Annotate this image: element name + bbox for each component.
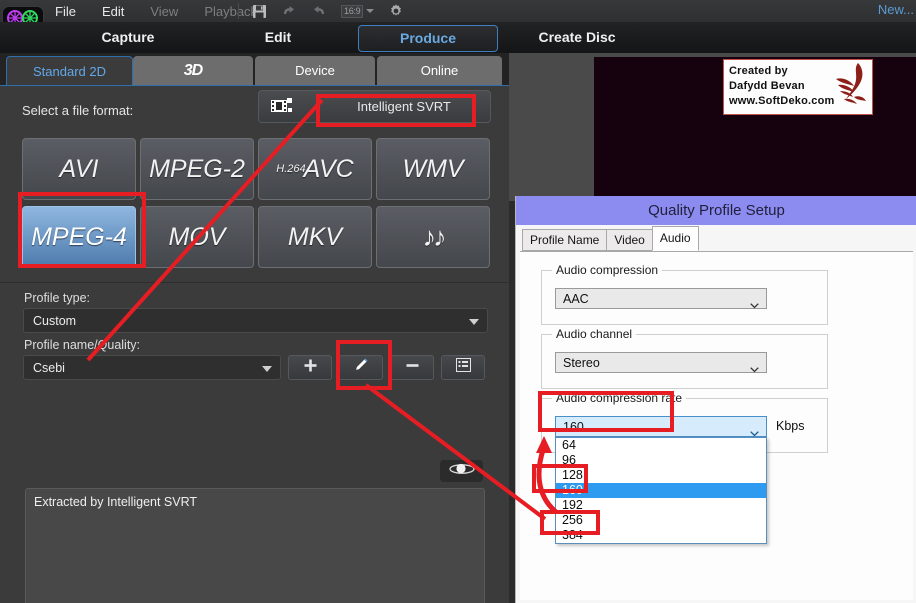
produce-tabstrip: Standard 2D 3D Device Online: [0, 53, 509, 87]
profile-type-label: Profile type:: [24, 291, 91, 305]
tab-3d[interactable]: 3D: [133, 56, 253, 86]
chevron-down-icon: [750, 360, 759, 373]
settings-gear-icon[interactable]: [388, 3, 404, 19]
watermark-line-2: Dafydd Bevan: [729, 80, 805, 92]
film-strip-icon: [271, 98, 293, 119]
audio-channel-combo[interactable]: Stereo: [555, 352, 767, 373]
watermark-line-1: Created by: [729, 65, 788, 77]
format-wmv[interactable]: WMV: [376, 138, 490, 200]
list-icon: [455, 358, 471, 377]
profile-name-label: Profile name/Quality:: [24, 338, 141, 352]
tab-video[interactable]: Video: [606, 229, 653, 251]
tab-device[interactable]: Device: [255, 56, 375, 86]
format-avi[interactable]: AVI: [22, 138, 136, 200]
title-bar: File Edit View Playback 16:9 New...: [0, 0, 916, 23]
nav-produce[interactable]: Produce: [358, 25, 498, 52]
delete-profile-button[interactable]: [390, 355, 434, 380]
chevron-down-icon: [469, 319, 479, 325]
preview-toggle-button[interactable]: [440, 460, 483, 482]
format-mpeg-2[interactable]: MPEG-2: [140, 138, 254, 200]
profile-details-button[interactable]: [441, 355, 485, 380]
audio-channel-label: Audio channel: [552, 327, 637, 341]
watermark-overlay: Created by Dafydd Bevan www.SoftDeko.com: [723, 59, 873, 115]
watermark-line-3: www.SoftDeko.com: [729, 95, 835, 107]
nav-edit[interactable]: Edit: [218, 22, 338, 53]
annotation-mpeg-4: [18, 192, 146, 268]
format-mov[interactable]: MOV: [140, 206, 254, 268]
annotation-rate-160: [532, 464, 588, 493]
audio-compression-value: AAC: [563, 292, 589, 306]
swan-logo-icon: [828, 61, 870, 114]
tab-online[interactable]: Online: [377, 56, 502, 86]
title-bar-icons: 16:9: [252, 0, 404, 22]
nav-capture[interactable]: Capture: [68, 22, 188, 53]
svrt-extracted-panel[interactable]: Extracted by Intelligent SVRT: [25, 488, 485, 603]
add-profile-button[interactable]: [288, 355, 332, 380]
rate-option-64[interactable]: 64: [556, 438, 766, 453]
format-avc[interactable]: H.264 AVC: [258, 138, 372, 200]
chevron-down-icon: [262, 366, 272, 372]
menu-bar: File Edit View Playback: [55, 0, 257, 22]
menu-item-edit[interactable]: Edit: [102, 4, 124, 19]
chevron-down-icon: [750, 296, 759, 309]
nav-create-disc[interactable]: Create Disc: [512, 22, 642, 53]
aspect-ratio-icon[interactable]: 16:9: [341, 4, 375, 18]
profile-name-value: Csebi: [33, 361, 65, 375]
format-avc-superscript: H.264: [276, 163, 306, 175]
save-icon[interactable]: [252, 4, 267, 19]
menu-item-file[interactable]: File: [55, 4, 76, 19]
preview-eye-icon: [448, 462, 475, 481]
app-window: File Edit View Playback 16:9 New... Capt…: [0, 0, 916, 603]
format-mkv[interactable]: MKV: [258, 206, 372, 268]
kbps-unit-label: Kbps: [776, 419, 805, 433]
format-avc-label: AVC: [303, 154, 354, 183]
redo-icon[interactable]: [311, 5, 327, 18]
minus-icon: [405, 358, 420, 378]
plus-icon: [303, 358, 318, 378]
tab-audio[interactable]: Audio: [651, 226, 699, 251]
menu-item-playback[interactable]: Playback: [204, 4, 257, 19]
dialog-title: Quality Profile Setup: [516, 196, 916, 225]
profile-type-value: Custom: [33, 314, 77, 328]
tab-standard-2d[interactable]: Standard 2D: [6, 56, 133, 87]
audio-compression-combo[interactable]: AAC: [555, 288, 767, 309]
audio-compression-label: Audio compression: [552, 263, 663, 277]
tab-profile-name[interactable]: Profile Name: [522, 229, 608, 251]
format-audio-only[interactable]: ♪♪: [376, 206, 490, 268]
watermark-text: Created by Dafydd Bevan www.SoftDeko.com: [729, 64, 834, 109]
audio-channel-value: Stereo: [563, 356, 600, 370]
new-project-link[interactable]: New...: [878, 2, 914, 17]
profile-type-combo[interactable]: Custom: [23, 308, 488, 333]
svrt-extracted-label: Extracted by Intelligent SVRT: [34, 495, 198, 509]
profile-name-combo[interactable]: Csebi: [23, 355, 281, 380]
dialog-tabs: Profile Name Video Audio: [522, 226, 699, 251]
produce-body: Select a file format: Intelligent SVRT A…: [0, 86, 509, 603]
annotation-rate-384: [540, 510, 600, 535]
undo-icon[interactable]: [281, 5, 297, 18]
annotation-rate-combo: [538, 391, 674, 432]
select-format-label: Select a file format:: [22, 103, 134, 118]
annotation-intelligent-svrt: [316, 94, 476, 127]
main-navigation: Capture Edit Produce Create Disc: [0, 22, 916, 53]
produce-panel: Standard 2D 3D Device Online Select a fi…: [0, 53, 509, 603]
annotation-edit-pencil: [336, 340, 392, 390]
menu-item-view[interactable]: View: [150, 4, 178, 19]
chevron-down-icon: [750, 424, 759, 437]
panel-divider: [0, 282, 509, 283]
menu-divider: [238, 3, 239, 19]
